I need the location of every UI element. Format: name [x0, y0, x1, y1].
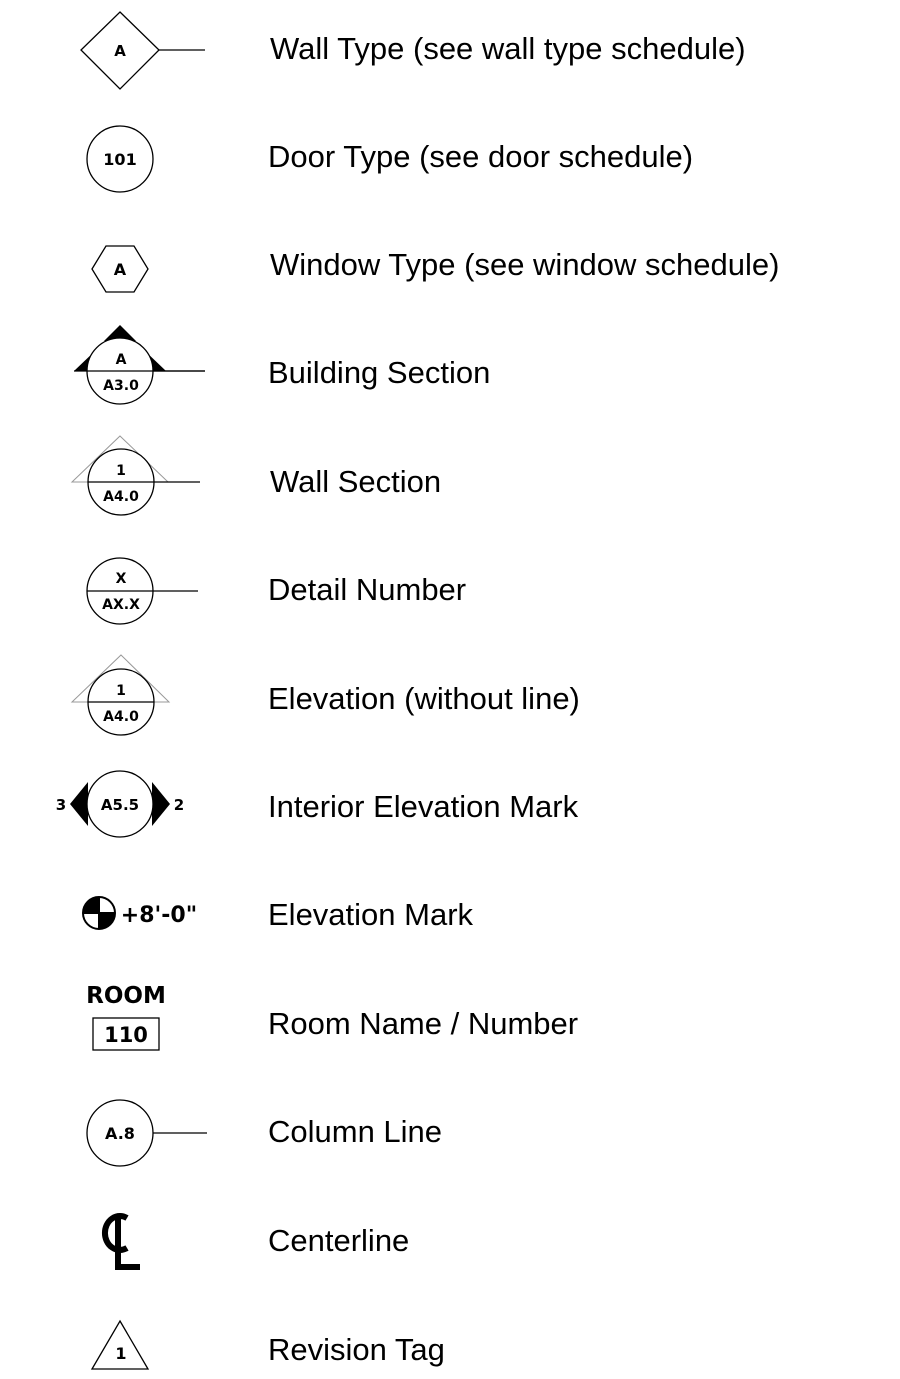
label-elevation-mark: Elevation Mark — [268, 897, 474, 932]
label-detail-number: Detail Number — [268, 572, 467, 607]
room-number: 110 — [104, 1023, 148, 1047]
building-section-bottom: A3.0 — [103, 378, 139, 394]
building-section-symbol: A A3.0 — [74, 325, 205, 405]
elevation-bottom: A4.0 — [103, 709, 139, 725]
interior-elevation-left-number: 3 — [56, 796, 66, 814]
interior-elevation-symbol: A5.5 3 2 — [56, 770, 184, 838]
wall-section-symbol: 1 A4.0 — [70, 435, 200, 516]
interior-elevation-tag: A5.5 — [101, 796, 139, 814]
door-type-symbol: 101 — [86, 125, 154, 193]
wall-section-top: 1 — [116, 463, 126, 479]
column-line-tag: A.8 — [105, 1124, 135, 1143]
room-word: ROOM — [86, 983, 166, 1009]
elevation-datum-symbol: +8'-0" — [82, 896, 197, 930]
revision-tag-symbol: 1 — [90, 1319, 150, 1370]
label-revision-tag: Revision Tag — [268, 1332, 445, 1367]
centerline-symbol — [102, 1213, 140, 1270]
label-building-section: Building Section — [268, 355, 491, 390]
wall-section-bottom: A4.0 — [103, 489, 139, 505]
label-wall-type: Wall Type (see wall type schedule) — [270, 31, 746, 66]
detail-number-bottom: AX.X — [102, 597, 140, 613]
label-interior-elevation: Interior Elevation Mark — [268, 789, 579, 824]
door-type-tag: 101 — [103, 150, 136, 169]
building-section-top: A — [116, 352, 127, 368]
detail-number-top: X — [116, 571, 127, 587]
interior-elevation-right-number: 2 — [174, 796, 184, 814]
elevation-top: 1 — [116, 683, 126, 699]
elevation-datum-value: +8'-0" — [121, 903, 197, 928]
label-elevation: Elevation (without line) — [268, 681, 580, 716]
label-room-tag: Room Name / Number — [268, 1006, 579, 1041]
label-door-type: Door Type (see door schedule) — [268, 139, 694, 174]
elevation-symbol: 1 A4.0 — [70, 654, 171, 736]
column-line-symbol: A.8 — [86, 1099, 207, 1167]
label-window-type: Window Type (see window schedule) — [270, 247, 780, 282]
wall-type-symbol: A — [80, 11, 205, 90]
label-column-line: Column Line — [268, 1114, 443, 1149]
label-wall-section: Wall Section — [270, 464, 442, 499]
label-centerline: Centerline — [268, 1223, 410, 1258]
window-type-tag: A — [114, 260, 127, 279]
symbol-legend: A 101 A A A3.0 1 A4.0 X AX.X 1 A4.0 A5.5… — [0, 0, 900, 1379]
revision-tag-number: 1 — [115, 1344, 126, 1363]
wall-type-tag: A — [114, 42, 126, 60]
room-tag-symbol: ROOM 110 — [86, 983, 166, 1051]
detail-number-symbol: X AX.X — [86, 557, 198, 625]
window-type-symbol: A — [91, 245, 149, 293]
